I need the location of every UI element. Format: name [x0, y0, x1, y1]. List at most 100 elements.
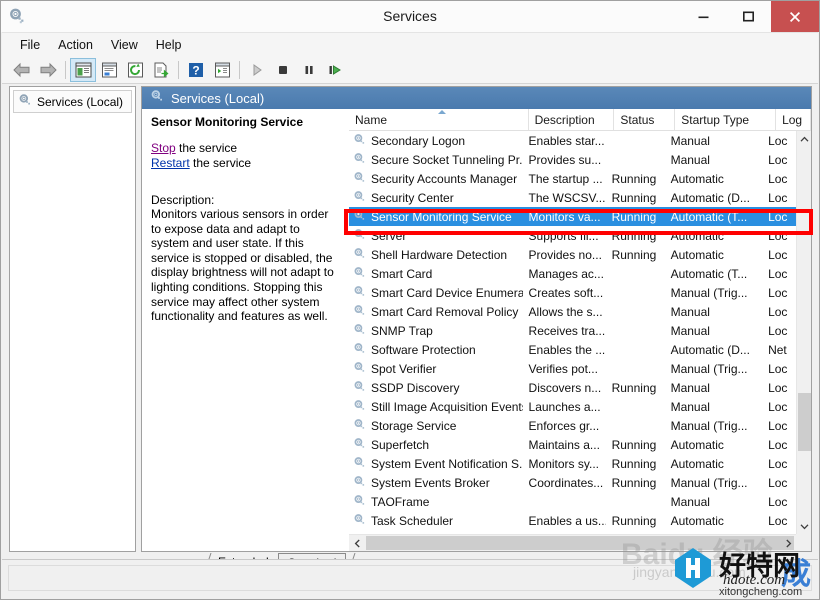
cell-name: Secondary Logon: [349, 133, 523, 149]
cell-text: Task Scheduler: [371, 513, 454, 528]
service-row[interactable]: Smart Card Device Enumera... Creates soft…: [349, 283, 796, 302]
cell-description: Enables a us...: [528, 513, 606, 528]
service-row[interactable]: TAOFrame Manual Loc: [349, 492, 796, 511]
cell-startup: Automatic: [670, 437, 724, 452]
restart-icon[interactable]: [322, 58, 348, 82]
vertical-scrollbar[interactable]: [796, 131, 811, 534]
cell-startup: Manual (Trig...: [670, 418, 748, 433]
minimize-button[interactable]: [681, 1, 726, 32]
stop-service-suffix: the service: [175, 141, 238, 155]
service-row[interactable]: SNMP Trap Receives tra... Manual Loc: [349, 321, 796, 340]
cell-text: Software Protection: [371, 342, 476, 357]
cell-logon: Loc: [768, 228, 788, 243]
menu-view[interactable]: View: [102, 35, 147, 55]
close-button[interactable]: [771, 1, 819, 32]
service-row[interactable]: Sensor Monitoring Service Monitors va... R…: [349, 207, 796, 226]
cell-logon: Loc: [768, 304, 788, 319]
service-row[interactable]: Still Image Acquisition Events Launches a…: [349, 397, 796, 416]
scroll-down-arrow[interactable]: [797, 518, 812, 534]
cell-description: Enables star...: [528, 133, 605, 148]
cell-text: Smart Card: [371, 266, 433, 281]
stop-service-line: Stop the service: [151, 141, 337, 156]
scroll-left-arrow[interactable]: [349, 535, 365, 551]
service-row[interactable]: Shell Hardware Detection Provides no... Ru…: [349, 245, 796, 264]
cell-startup: Manual: [670, 399, 710, 414]
service-row[interactable]: System Event Notification S... Monitors s…: [349, 454, 796, 473]
column-header-label: Startup Type: [681, 112, 750, 127]
cell-startup: Automatic: [670, 456, 724, 471]
toolbar-separator: [178, 61, 179, 79]
service-row[interactable]: Server Supports fil... Running Automatic Loc: [349, 226, 796, 245]
detail-description-label: Description:: [151, 193, 215, 207]
column-header-description[interactable]: Description: [528, 109, 615, 130]
cell-logon: Loc: [768, 475, 788, 490]
column-header-status[interactable]: Status: [614, 109, 676, 130]
service-row[interactable]: Spot Verifier Verifies pot... Manual (Trig…: [349, 359, 796, 378]
tree-node-services-local[interactable]: Services (Local): [13, 90, 132, 113]
action-pane-icon[interactable]: [209, 58, 235, 82]
service-row[interactable]: System Events Broker Coordinates... Runnin…: [349, 473, 796, 492]
service-gear-icon: [353, 266, 366, 282]
question-mark-icon[interactable]: ?: [183, 58, 209, 82]
service-row[interactable]: Smart Card Removal Policy Allows the s...…: [349, 302, 796, 321]
service-row[interactable]: Software Protection Enables the ... Automa…: [349, 340, 796, 359]
service-row[interactable]: Security Center The WSCSV... Running Automa…: [349, 188, 796, 207]
cell-startup: Manual: [670, 494, 710, 509]
scroll-right-arrow[interactable]: [780, 535, 796, 551]
service-detail-panel: Sensor Monitoring Service Stop the servi…: [142, 109, 346, 551]
cell-logon: Loc: [768, 152, 788, 167]
cell-text: Sensor Monitoring Service: [371, 209, 512, 224]
service-gear-icon: [353, 133, 366, 149]
export-list-icon[interactable]: [148, 58, 174, 82]
service-row[interactable]: Task Scheduler Enables a us... Running Auto…: [349, 511, 796, 530]
list-rows-container: Secondary Logon Enables star... Manual Loc S…: [349, 131, 796, 534]
console-tree-icon[interactable]: [70, 58, 96, 82]
play-icon[interactable]: [244, 58, 270, 82]
service-row[interactable]: Secure Socket Tunneling Pr... Provides su…: [349, 150, 796, 169]
column-header-startup-type[interactable]: Startup Type: [675, 109, 777, 130]
service-gear-icon: [353, 247, 366, 263]
menu-action[interactable]: Action: [49, 35, 102, 55]
horizontal-scrollbar[interactable]: [349, 534, 796, 551]
menu-file[interactable]: File: [11, 35, 49, 55]
back-button[interactable]: [9, 58, 35, 82]
service-row[interactable]: Storage Service Enforces gr... Manual (Tri…: [349, 416, 796, 435]
toolbar: ?: [2, 57, 818, 84]
cell-startup: Automatic (T...: [670, 266, 748, 281]
cell-logon: Loc: [768, 380, 788, 395]
refresh-icon[interactable]: [122, 58, 148, 82]
cell-status: Running: [611, 456, 657, 471]
status-bar: [2, 559, 818, 598]
pause-icon[interactable]: [296, 58, 322, 82]
vertical-scroll-thumb[interactable]: [798, 393, 811, 451]
maximize-button[interactable]: [726, 1, 771, 32]
cell-description: Monitors va...: [528, 209, 601, 224]
cell-logon: Loc: [768, 456, 788, 471]
title-bar: Services: [1, 1, 819, 32]
horizontal-scroll-thumb[interactable]: [366, 536, 794, 550]
service-gear-icon: [353, 171, 366, 187]
service-row[interactable]: Security Accounts Manager The startup ...…: [349, 169, 796, 188]
service-row[interactable]: Smart Card Manages ac... Automatic (T... Lo…: [349, 264, 796, 283]
restart-service-link[interactable]: Restart: [151, 156, 190, 170]
cell-status: Running: [611, 228, 657, 243]
service-row[interactable]: Secondary Logon Enables star... Manual Loc: [349, 131, 796, 150]
scroll-up-arrow[interactable]: [797, 131, 812, 147]
stop-square-icon[interactable]: [270, 58, 296, 82]
forward-button[interactable]: [35, 58, 61, 82]
service-gear-icon: [353, 285, 366, 301]
cell-text: Storage Service: [371, 418, 457, 433]
menu-help[interactable]: Help: [147, 35, 191, 55]
service-row[interactable]: Superfetch Maintains a... Running Automatic…: [349, 435, 796, 454]
service-gear-icon: [353, 209, 366, 225]
cell-logon: Loc: [768, 437, 788, 452]
service-row[interactable]: SSDP Discovery Discovers n... Running Manua…: [349, 378, 796, 397]
properties-icon[interactable]: [96, 58, 122, 82]
cell-logon: Loc: [768, 285, 788, 300]
cell-text: Security Accounts Manager: [371, 171, 518, 186]
column-header-name[interactable]: Name: [349, 109, 529, 130]
column-header-log[interactable]: Log: [776, 109, 811, 130]
cell-logon: Loc: [768, 323, 788, 338]
stop-service-link[interactable]: Stop: [151, 141, 176, 155]
cell-text: System Event Notification S...: [371, 456, 523, 471]
